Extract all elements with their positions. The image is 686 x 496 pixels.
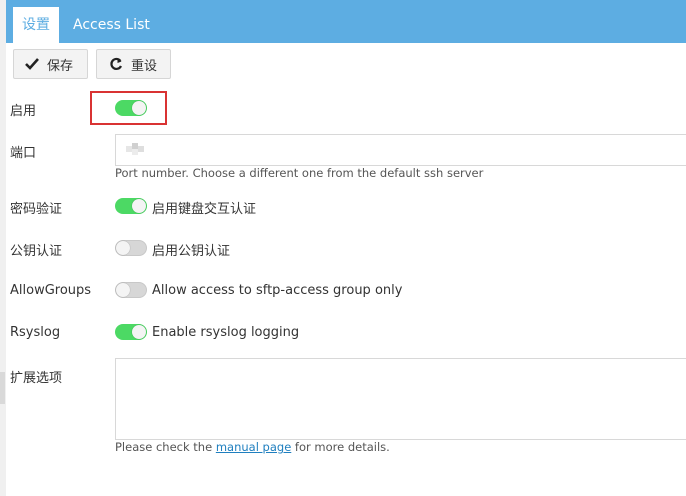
extra-options-help: Please check the manual page for more de… <box>115 440 390 454</box>
extra-options-label: 扩展选项 <box>10 371 63 386</box>
allow-groups-text: Allow access to sftp-access group only <box>152 283 403 298</box>
refresh-icon <box>110 57 123 71</box>
toggle-knob <box>132 325 146 339</box>
rsyslog-toggle[interactable] <box>115 324 147 340</box>
port-help-text: Port number. Choose a different one from… <box>115 166 484 180</box>
help-suffix-text: for more details. <box>291 440 390 454</box>
toggle-knob <box>116 241 130 255</box>
reset-button-label: 重设 <box>131 58 158 74</box>
left-panel-edge <box>0 0 6 496</box>
tab-access-list[interactable]: Access List <box>73 7 150 43</box>
rsyslog-label: Rsyslog <box>10 325 61 340</box>
password-auth-toggle[interactable] <box>115 198 147 214</box>
manual-page-link[interactable]: manual page <box>216 440 291 454</box>
save-button[interactable]: 保存 <box>13 49 88 79</box>
reset-button[interactable]: 重设 <box>96 49 171 79</box>
port-input[interactable] <box>115 134 686 166</box>
checkmark-icon <box>25 58 39 70</box>
allow-groups-label: AllowGroups <box>10 283 92 298</box>
port-label: 端口 <box>10 146 37 161</box>
tab-bar: 设置 Access List <box>6 0 686 43</box>
enable-label: 启用 <box>10 104 37 119</box>
allow-groups-toggle[interactable] <box>115 282 147 298</box>
toggle-knob <box>132 199 146 213</box>
toggle-knob <box>116 283 130 297</box>
pubkey-auth-toggle[interactable] <box>115 240 147 256</box>
pubkey-auth-label: 公钥认证 <box>10 244 63 259</box>
help-prefix-text: Please check the <box>115 440 216 454</box>
panel-collapse-handle[interactable] <box>0 372 5 404</box>
rsyslog-text: Enable rsyslog logging <box>152 325 300 340</box>
save-button-label: 保存 <box>47 58 74 74</box>
enable-toggle[interactable] <box>115 100 147 116</box>
password-auth-text: 启用键盘交互认证 <box>152 202 257 217</box>
password-auth-label: 密码验证 <box>10 202 63 217</box>
pubkey-auth-text: 启用公钥认证 <box>152 244 231 259</box>
tab-settings[interactable]: 设置 <box>13 7 59 43</box>
extra-options-textarea[interactable] <box>115 358 686 440</box>
toggle-knob <box>132 101 146 115</box>
